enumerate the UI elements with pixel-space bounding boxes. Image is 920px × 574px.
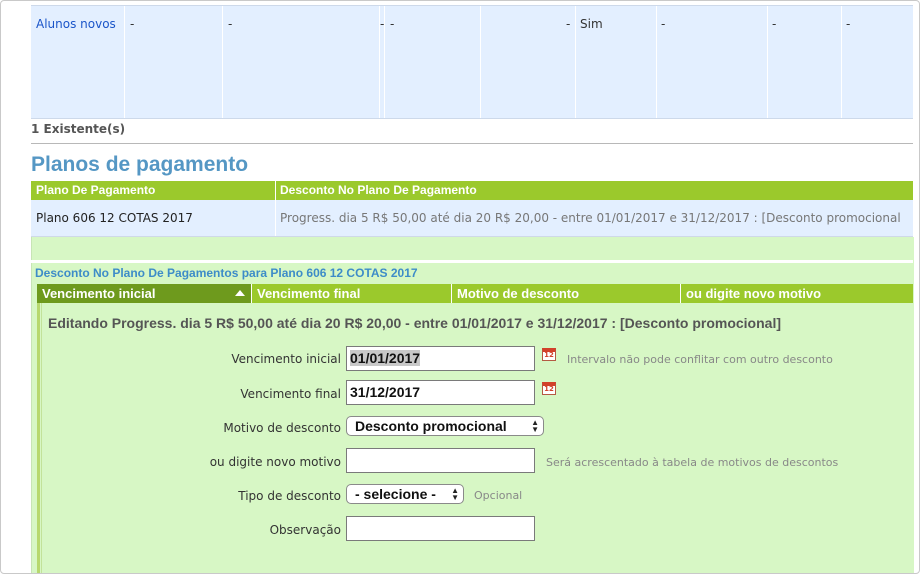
discounts-table-header: Vencimento inicial Vencimento final Moti… — [37, 284, 913, 303]
table-cell: - — [124, 6, 222, 118]
existing-count: 1 Existente(s) — [31, 122, 126, 136]
table-cell: - — [767, 6, 841, 118]
cell-value: Sim — [580, 17, 603, 31]
vencimento-inicial-field[interactable]: 01/01/2017 — [346, 346, 535, 371]
edit-title: Editando Progress. dia 5 R$ 50,00 até di… — [48, 315, 781, 331]
column-header-label: Motivo de desconto — [457, 286, 580, 301]
cell-divider — [275, 200, 276, 236]
panel-separator — [31, 260, 913, 263]
tipo-selected-value: - selecione - — [355, 486, 436, 502]
cell-value: - — [846, 17, 851, 31]
novo-motivo-hint: Será acrescentado à tabela de motivos de… — [546, 456, 839, 469]
plan-discount: Progress. dia 5 R$ 50,00 até dia 20 R$ 2… — [280, 211, 901, 225]
vencimento-inicial-value: 01/01/2017 — [350, 350, 421, 366]
divider — [31, 143, 913, 144]
cell-value: - — [661, 17, 666, 31]
table-cell: - — [841, 6, 913, 118]
sort-ascending-icon — [235, 290, 245, 296]
edit-left-border — [37, 303, 40, 573]
novo-motivo-label: ou digite novo motivo — [209, 455, 341, 469]
table-cell: - — [656, 6, 767, 118]
novo-motivo-field[interactable] — [346, 448, 535, 473]
table-cell: - — [384, 6, 480, 118]
vencimento-inicial-label: Vencimento inicial — [231, 352, 341, 366]
select-arrows-icon: ▲ ▼ — [531, 418, 539, 434]
tipo-hint: Opcional — [474, 489, 523, 502]
window: Alunos novos - - - - - Sim - - - 1 Exist… — [0, 0, 920, 574]
cell-value: - — [390, 17, 395, 31]
tipo-label: Tipo de desconto — [238, 489, 341, 503]
observacao-field[interactable] — [346, 516, 535, 541]
cell-value: - — [228, 17, 233, 31]
table-cell: - — [222, 6, 384, 118]
vencimento-final-field[interactable]: 31/12/2017 — [346, 380, 535, 405]
students-table-row: Alunos novos - - - - - Sim - - - — [31, 5, 913, 119]
header-divider — [275, 181, 276, 200]
plan-name: Plano 606 12 COTAS 2017 — [36, 211, 193, 225]
plans-table-header: Plano De Pagamento Desconto No Plano De … — [31, 181, 913, 200]
column-header-discount[interactable]: Desconto No Plano De Pagamento — [280, 183, 477, 197]
column-header-label: ou digite novo motivo — [686, 286, 822, 301]
select-arrows-icon: ▲ ▼ — [451, 486, 459, 502]
column-header-label: Vencimento inicial — [42, 286, 156, 301]
motivo-select[interactable]: Desconto promocional ▲ ▼ — [346, 416, 544, 436]
column-header-vencimento-final[interactable]: Vencimento final — [252, 284, 452, 303]
calendar-icon[interactable]: 12 — [542, 348, 556, 361]
observacao-label: Observação — [269, 523, 341, 537]
motivo-label: Motivo de desconto — [223, 421, 341, 435]
table-row[interactable]: Plano 606 12 COTAS 2017 Progress. dia 5 … — [31, 200, 913, 237]
column-header-motivo[interactable]: Motivo de desconto — [452, 284, 681, 303]
column-header-label: Vencimento final — [257, 286, 361, 301]
cell-value: - — [130, 17, 135, 31]
vencimento-final-value: 31/12/2017 — [350, 384, 421, 400]
column-header-vencimento-inicial[interactable]: Vencimento inicial — [37, 284, 252, 303]
cell-value: - — [566, 17, 571, 31]
vencimento-inicial-hint: Intervalo não pode conflitar com outro d… — [567, 353, 833, 366]
column-header-novo-motivo[interactable]: ou digite novo motivo — [681, 284, 913, 303]
discounts-title: Desconto No Plano De Pagamentos para Pla… — [35, 266, 418, 280]
column-header-plan[interactable]: Plano De Pagamento — [36, 183, 155, 197]
section-title: Planos de pagamento — [31, 153, 249, 176]
table-cell: - — [480, 6, 575, 118]
cell-value: - — [772, 17, 777, 31]
calendar-icon[interactable]: 12 — [542, 382, 556, 395]
motivo-selected-value: Desconto promocional — [355, 418, 507, 434]
edit-left-border-inner — [41, 303, 42, 573]
vencimento-final-label: Vencimento final — [240, 387, 341, 401]
tipo-select[interactable]: - selecione - ▲ ▼ — [346, 484, 464, 504]
alunos-novos-link[interactable]: Alunos novos — [36, 17, 124, 31]
table-cell: Sim — [575, 6, 656, 118]
table-cell: Alunos novos — [31, 6, 124, 118]
